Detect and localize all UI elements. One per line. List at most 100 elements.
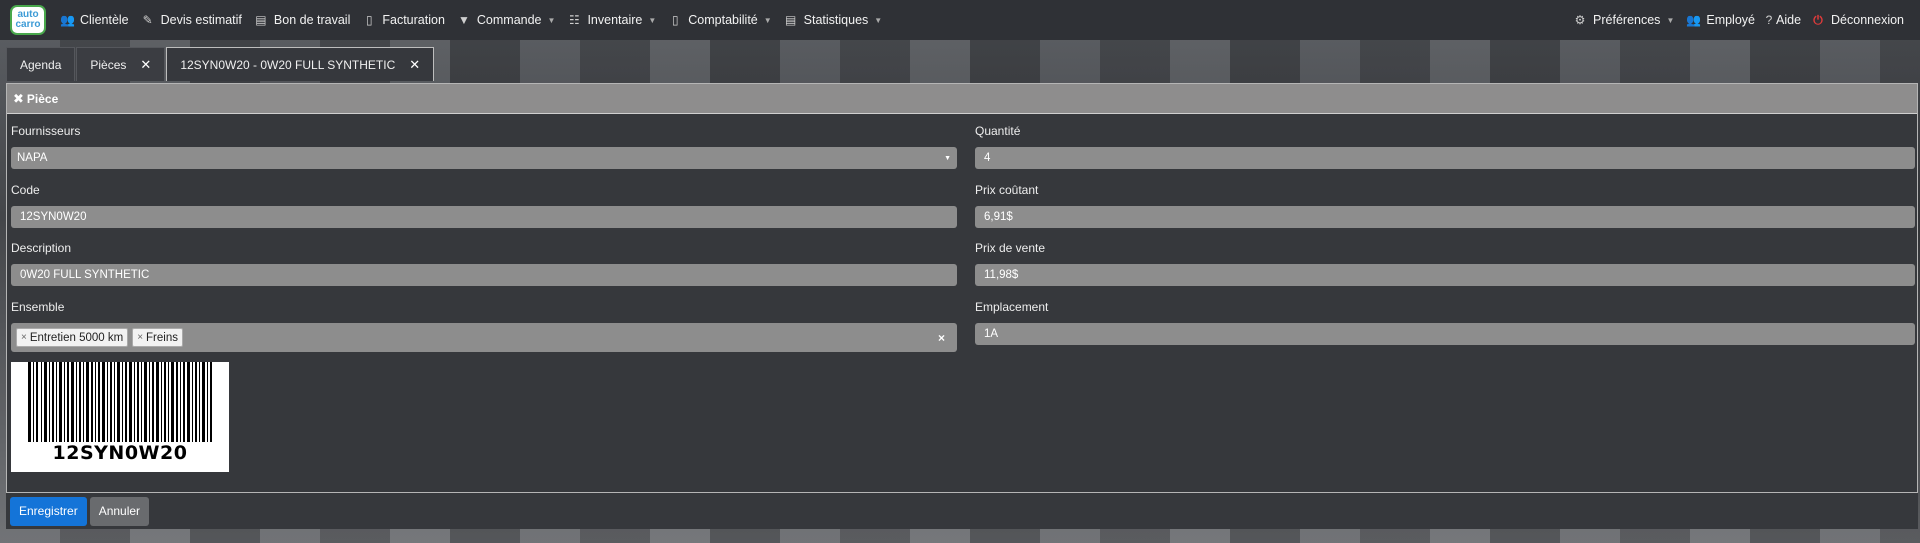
barcode-image: 12SYN0W20: [11, 362, 229, 472]
quantite-value: 4: [984, 152, 991, 164]
nav-label: Devis estimatif: [160, 13, 242, 27]
document-icon: ▤: [255, 12, 267, 27]
emplacement-field[interactable]: 1A: [975, 323, 1915, 345]
chart-icon: ▤: [785, 12, 797, 27]
top-navbar: auto carro 👥 Clientèle ✎ Devis estimatif ▤…: [0, 0, 1920, 40]
nav-label: Statistiques: [803, 13, 869, 27]
edit-icon: ✎: [142, 12, 153, 27]
chevron-down-icon: ▼: [547, 15, 556, 25]
tools-icon: ✖: [13, 90, 24, 106]
nav-label: Aide: [1776, 13, 1802, 27]
ensemble-label: Ensemble: [11, 300, 65, 314]
users-icon: 👥: [60, 12, 75, 27]
save-button[interactable]: Enregistrer: [10, 496, 87, 526]
prix-coutant-label: Prix coûtant: [975, 183, 1039, 197]
prix-vente-group: Prix de vente 11,98$: [975, 241, 1915, 286]
nav-label: Inventaire: [587, 13, 643, 27]
panel-header: ✖ Pièce: [7, 84, 1917, 114]
logo-text-bottom: carro: [15, 19, 41, 30]
cancel-button[interactable]: Annuler: [89, 496, 150, 526]
description-label: Description: [11, 241, 72, 255]
code-group: Code 12SYN0W20: [11, 183, 957, 228]
emplacement-label: Emplacement: [975, 300, 1049, 314]
nav-inventaire[interactable]: ☷ Inventaire ▼: [561, 13, 662, 27]
bar-chart-icon: ▯: [671, 12, 679, 27]
nav-label: Comptabilité: [688, 13, 758, 27]
nav-aide[interactable]: ? Aide: [1761, 13, 1805, 27]
description-value: 0W20 FULL SYNTHETIC: [20, 269, 150, 281]
tab-piece-detail[interactable]: 12SYN0W20 - 0W20 FULL SYNTHETIC ✕: [166, 47, 435, 81]
ensemble-tags-input[interactable]: × Entretien 5000 km × Freins ×: [11, 323, 957, 352]
tag-entretien: × Entretien 5000 km: [16, 328, 129, 347]
power-icon: ⏻: [1813, 12, 1823, 27]
nav-right-group: ⚙ Préférences ▼ 👥 Employé ? Aide ⏻ Déconnexio…: [1567, 13, 1910, 27]
tab-label: Pièces: [90, 57, 127, 72]
prix-coutant-field[interactable]: 6,91$: [975, 206, 1915, 228]
nav-label: Clientèle: [80, 13, 129, 27]
prix-coutant-value: 6,91$: [984, 211, 1013, 223]
prix-vente-label: Prix de vente: [975, 241, 1046, 255]
code-field[interactable]: 12SYN0W20: [11, 206, 957, 228]
basket-icon: ▼: [457, 12, 470, 27]
barcode-bars: [28, 362, 212, 442]
tab-pieces[interactable]: Pièces ✕: [76, 47, 166, 81]
nav-label: Préférences: [1593, 13, 1661, 27]
prix-vente-value: 11,98$: [984, 269, 1019, 281]
close-icon[interactable]: ✕: [409, 57, 420, 73]
fournisseurs-label: Fournisseurs: [11, 124, 81, 138]
nav-devis-estimatif[interactable]: ✎ Devis estimatif: [135, 13, 248, 27]
nav-label: Facturation: [382, 13, 445, 27]
panel-title: Pièce: [26, 91, 59, 106]
nav-facturation[interactable]: ▯ Facturation: [356, 13, 451, 27]
nav-statistiques[interactable]: ▤ Statistiques ▼: [778, 13, 889, 27]
nav-left-group: 👥 Clientèle ✎ Devis estimatif ▤ Bon de trav…: [54, 13, 888, 27]
tab-bar: Agenda Pièces ✕ 12SYN0W20 - 0W20 FULL SYN…: [6, 47, 435, 81]
nav-commande[interactable]: ▼ Commande ▼: [451, 13, 562, 27]
fournisseurs-select[interactable]: NAPA ▼: [11, 147, 957, 169]
tab-label: 12SYN0W20 - 0W20 FULL SYNTHETIC: [180, 57, 396, 72]
nav-label: Employé: [1706, 13, 1755, 27]
form-footer: Enregistrer Annuler: [6, 493, 1918, 529]
users-icon: 👥: [1686, 12, 1702, 27]
question-icon: ?: [1765, 12, 1773, 27]
chevron-down-icon: ▼: [763, 15, 772, 25]
chevron-down-icon: ▼: [944, 154, 951, 162]
list-icon: ☷: [569, 12, 580, 27]
nav-deconnexion[interactable]: ⏻ Déconnexion: [1805, 13, 1910, 27]
quantite-group: Quantité 4: [975, 124, 1915, 169]
emplacement-group: Emplacement 1A: [975, 300, 1915, 345]
prix-vente-field[interactable]: 11,98$: [975, 264, 1915, 286]
prix-coutant-group: Prix coûtant 6,91$: [975, 183, 1915, 228]
close-icon[interactable]: ✕: [140, 57, 151, 73]
nav-label: Commande: [476, 13, 542, 27]
ensemble-group: Ensemble × Entretien 5000 km × Freins ×: [11, 300, 957, 352]
nav-comptabilite[interactable]: ▯ Comptabilité ▼: [662, 13, 777, 27]
nav-label: Déconnexion: [1831, 13, 1904, 27]
barcode-text: 12SYN0W20: [52, 442, 188, 464]
nav-employe[interactable]: 👥 Employé: [1680, 13, 1761, 27]
piece-panel: ✖ Pièce Fournisseurs NAPA ▼ Code 12SYN0W…: [6, 83, 1918, 493]
remove-tag-icon[interactable]: ×: [137, 332, 143, 343]
tag-label: Freins: [146, 331, 178, 344]
tab-agenda[interactable]: Agenda: [6, 47, 76, 81]
quantite-field[interactable]: 4: [975, 147, 1915, 169]
description-group: Description 0W20 FULL SYNTHETIC: [11, 241, 957, 286]
clear-icon[interactable]: ×: [938, 331, 945, 345]
chevron-down-icon: ▼: [874, 15, 883, 25]
file-icon: ▯: [366, 12, 373, 27]
nav-label: Bon de travail: [273, 13, 351, 27]
code-value: 12SYN0W20: [20, 211, 87, 223]
tag-label: Entretien 5000 km: [29, 331, 124, 344]
emplacement-value: 1A: [984, 328, 999, 340]
autocarro-logo[interactable]: auto carro: [10, 5, 46, 35]
nav-preferences[interactable]: ⚙ Préférences ▼: [1567, 13, 1680, 27]
chevron-down-icon: ▼: [1666, 15, 1675, 25]
tab-label: Agenda: [20, 57, 62, 72]
fournisseurs-value: NAPA: [17, 152, 48, 164]
description-field[interactable]: 0W20 FULL SYNTHETIC: [11, 264, 957, 286]
remove-tag-icon[interactable]: ×: [21, 332, 27, 343]
nav-clientele[interactable]: 👥 Clientèle: [54, 13, 135, 27]
tag-freins: × Freins: [132, 328, 183, 347]
gear-icon: ⚙: [1574, 12, 1586, 27]
nav-bon-de-travail[interactable]: ▤ Bon de travail: [248, 13, 356, 27]
